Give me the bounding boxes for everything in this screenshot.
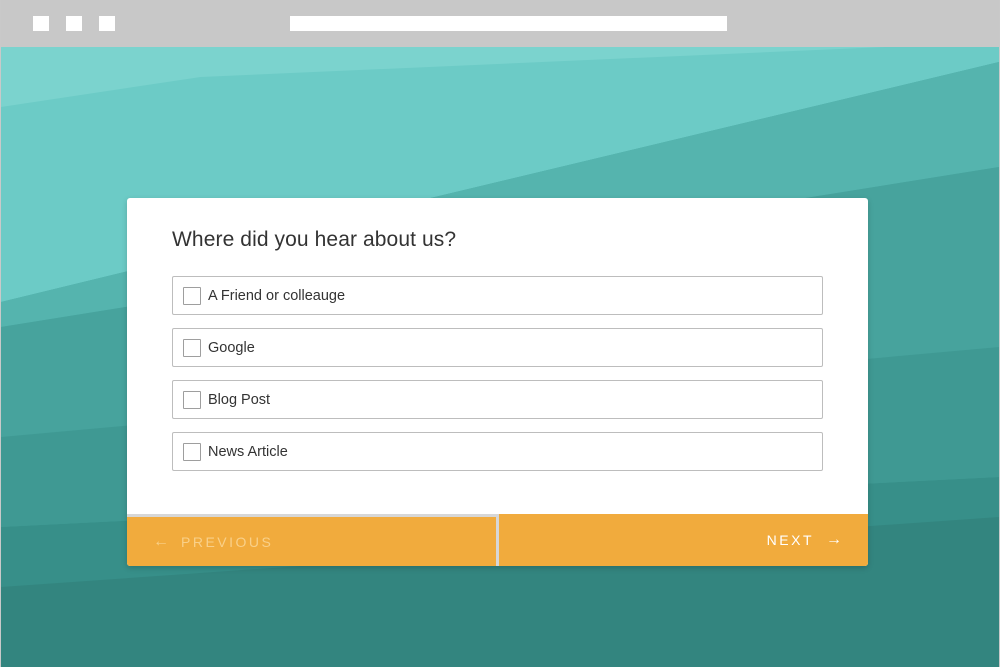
question-title: Where did you hear about us? [172, 228, 457, 251]
next-label: NEXT [766, 532, 814, 548]
option-blog-post[interactable]: Blog Post [172, 380, 823, 419]
option-friend-or-colleague[interactable]: A Friend or colleauge [172, 276, 823, 315]
option-label: Blog Post [208, 391, 271, 408]
checkbox-icon[interactable] [183, 442, 201, 461]
window-control-square-icon[interactable] [99, 16, 115, 31]
arrow-right-icon: → [826, 531, 842, 548]
option-label: A Friend or colleauge [208, 287, 346, 304]
previous-label: PREVIOUS [181, 533, 274, 550]
next-button[interactable]: NEXT → [499, 514, 868, 566]
arrow-left-icon: ← [153, 532, 169, 550]
browser-window: Where did you hear about us? A Friend or… [0, 0, 1000, 667]
option-news-article[interactable]: News Article [172, 432, 823, 471]
browser-chrome [1, 0, 999, 47]
window-control-square-icon[interactable] [66, 16, 82, 31]
address-bar[interactable] [290, 16, 727, 31]
option-google[interactable]: Google [172, 328, 823, 367]
checkbox-icon[interactable] [183, 286, 201, 305]
previous-button[interactable]: ← PREVIOUS [127, 514, 499, 566]
checkbox-icon[interactable] [183, 338, 201, 357]
window-control-square-icon[interactable] [33, 16, 49, 31]
option-label: Google [208, 339, 255, 356]
survey-card: Where did you hear about us? A Friend or… [127, 198, 868, 566]
options-list: A Friend or colleauge Google Blog Post N… [172, 276, 823, 484]
option-label: News Article [208, 443, 288, 460]
navigation-footer: ← PREVIOUS NEXT → [127, 514, 868, 566]
checkbox-icon[interactable] [183, 390, 201, 409]
